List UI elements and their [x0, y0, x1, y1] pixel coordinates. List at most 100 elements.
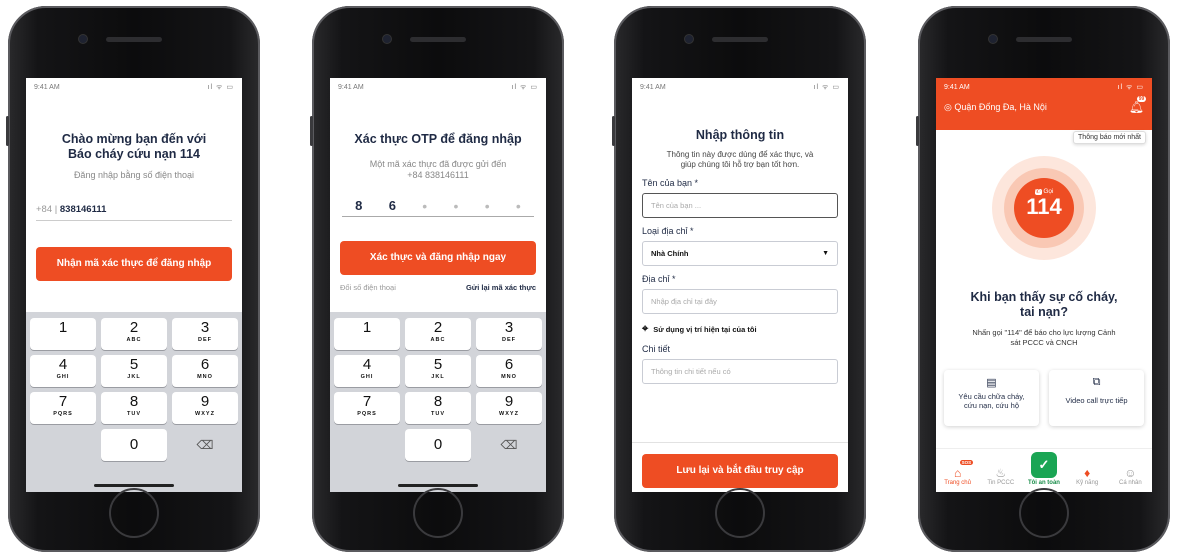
speaker	[106, 37, 162, 42]
home-screen: 9:41 AM ıl ᯤ ▭ ◎ Quận Đống Đa, Hà Nội 🔔︎…	[936, 78, 1152, 492]
call-number: 114	[1026, 194, 1062, 219]
get-otp-button[interactable]: Nhận mã xác thực để đăng nhập	[36, 247, 232, 281]
key-4[interactable]: 4 GHI	[30, 355, 96, 387]
key-letters: DEF	[502, 337, 516, 343]
home-tab-icon: ⌂	[953, 466, 962, 480]
bell-icon[interactable]: 🔔︎ 99	[1129, 96, 1147, 114]
phone-otp: 9:41 AM ıl ᯤ ▭ Xác thực OTP để đăng nhập…	[310, 6, 564, 552]
location-pin-icon: ◎	[944, 101, 952, 112]
otp-placeholder: •	[515, 197, 521, 214]
key-4[interactable]: 4 GHI	[334, 355, 400, 387]
key-digit: 4	[58, 356, 68, 373]
key-digit: 2	[129, 319, 139, 336]
tab-news[interactable]: ♨ Tin PCCC	[981, 466, 1021, 486]
key-letters: ABC	[430, 337, 446, 343]
status-time: 9:41 AM	[34, 83, 60, 91]
backspace-icon[interactable]: ⌫	[476, 429, 542, 461]
tab-label: Tin PCCC	[987, 480, 1015, 486]
save-start-button[interactable]: Lưu lại và bắt đầu truy cập	[642, 454, 838, 488]
fire-icon: ♦	[1084, 466, 1091, 480]
key-digit: 9	[504, 393, 514, 410]
phone-number: 838146111	[59, 204, 107, 215]
tab-safe[interactable]: ✓ Tôi an toàn	[1024, 452, 1064, 486]
home-button[interactable]	[715, 488, 765, 538]
call-114-button[interactable]: ✆ Gọi 114	[1014, 178, 1074, 238]
tab-profile[interactable]: ☺ Cá nhân	[1110, 466, 1150, 486]
key-3[interactable]: 3 DEF	[172, 318, 238, 350]
name-input[interactable]: Tên của bạn ...	[642, 193, 838, 218]
key-1[interactable]: 1	[334, 318, 400, 350]
home-button[interactable]	[109, 488, 159, 538]
numeric-keypad: 1 2 ABC 3 DEF 4 GHI 5 JKL 6 MNO 7 PQRS 8 TUV 9W…	[26, 312, 242, 492]
home-button[interactable]	[1019, 488, 1069, 538]
location-selector[interactable]: ◎ Quận Đống Đa, Hà Nội	[944, 102, 1047, 113]
status-time: 9:41 AM	[338, 83, 364, 91]
emergency-prompt: Khi bạn thấy sự cố cháy, tai nạn? Nhấn g…	[936, 290, 1152, 348]
verify-login-button[interactable]: Xác thực và đăng nhập ngay	[340, 241, 536, 275]
key-5[interactable]: 5 JKL	[101, 355, 167, 387]
tab-skills[interactable]: ♦ Kỹ năng	[1067, 466, 1107, 486]
flame-icon: ♨	[995, 466, 1007, 480]
key-6[interactable]: 6 MNO	[476, 355, 542, 387]
backspace-icon[interactable]: ⌫	[172, 429, 238, 461]
smile-icon: ☺	[1124, 466, 1137, 480]
emergency-heading-line2: tai nạn?	[1020, 305, 1068, 319]
key-digit: 1	[362, 319, 372, 336]
key-0[interactable]: 0	[101, 429, 167, 461]
key-6[interactable]: 6 MNO	[172, 355, 238, 387]
login-screen: 9:41 AM ıl ᯤ ▭ Chào mừng bạn đến với Báo…	[26, 78, 242, 492]
otp-input[interactable]: 8 6 • • • •	[342, 195, 534, 217]
use-location-button[interactable]: ⌖ Sử dụng vị trí hiện tại của tôi	[642, 323, 838, 336]
key-2[interactable]: 2 ABC	[405, 318, 471, 350]
key-digit: 6	[504, 356, 514, 373]
key-1[interactable]: 1	[30, 318, 96, 350]
key-digit: 7	[362, 393, 372, 410]
tab-home[interactable]: ⌂ SOS Trang chủ	[938, 460, 978, 486]
detail-input[interactable]: Thông tin chi tiết nếu có	[642, 359, 838, 384]
key-0[interactable]: 0	[405, 429, 471, 461]
key-7[interactable]: 7 PQRS	[334, 392, 400, 424]
key-5[interactable]: 5 JKL	[405, 355, 471, 387]
key-letters: TUV	[431, 411, 445, 417]
key-8[interactable]: 8 TUV	[101, 392, 167, 424]
status-icons: ıl ᯤ ▭	[511, 83, 538, 91]
key-3[interactable]: 3 DEF	[476, 318, 542, 350]
key-9[interactable]: 9 WXYZ	[172, 392, 238, 424]
name-label: Tên của bạn *	[642, 178, 699, 188]
side-button	[6, 116, 9, 146]
info-title: Nhập thông tin	[695, 128, 785, 142]
key-letters: TUV	[127, 411, 141, 417]
info-desc-line1: Thông tin này được dùng để xác thực, và	[666, 150, 814, 159]
video-call-card[interactable]: ⧉ Video call trực tiếp	[1049, 370, 1144, 426]
change-phone-link[interactable]: Đổi số điện thoại	[340, 283, 396, 292]
fire-request-line1: Yêu cầu chữa cháy,	[958, 392, 1025, 401]
key-digit: 9	[200, 393, 210, 410]
key-2[interactable]: 2 ABC	[101, 318, 167, 350]
fire-request-card[interactable]: ▤ Yêu cầu chữa cháy, cứu nạn, cứu hộ	[944, 370, 1039, 426]
caret-down-icon: ▼	[822, 250, 829, 257]
emergency-heading-line1: Khi bạn thấy sự cố cháy,	[970, 290, 1118, 304]
camera	[78, 34, 88, 44]
phone-info: 9:41 AM ıl ᯤ ▭ Nhập thông tin Thông tin …	[612, 6, 866, 552]
key-digit: 3	[504, 319, 514, 336]
side-button	[310, 116, 313, 146]
notification-tooltip: Thông báo mới nhất	[1073, 131, 1146, 144]
key-7[interactable]: 7 PQRS	[30, 392, 96, 424]
speaker	[712, 37, 768, 42]
status-bar: 9:41 AM ıl ᯤ ▭	[632, 78, 848, 96]
otp-placeholder: •	[484, 197, 490, 214]
key-digit: 7	[58, 393, 68, 410]
fire-request-line2: cứu nạn, cứu hộ	[963, 401, 1020, 410]
document-icon: ▤	[986, 377, 997, 389]
address-label: Địa chỉ *	[642, 274, 676, 284]
key-digit: 0	[129, 436, 139, 453]
phone-input[interactable]: +84 | 838146111	[36, 201, 232, 221]
address-type-select[interactable]: Nhà Chính ▼	[642, 241, 838, 266]
resend-otp-link[interactable]: Gửi lại mã xác thực	[466, 283, 536, 292]
key-8[interactable]: 8 TUV	[405, 392, 471, 424]
home-button[interactable]	[413, 488, 463, 538]
address-input[interactable]: Nhập địa chỉ tại đây	[642, 289, 838, 314]
side-button	[612, 116, 615, 146]
key-9[interactable]: 9 WXYZ	[476, 392, 542, 424]
welcome-title-line2: Báo cháy cứu nạn 114	[67, 147, 201, 161]
